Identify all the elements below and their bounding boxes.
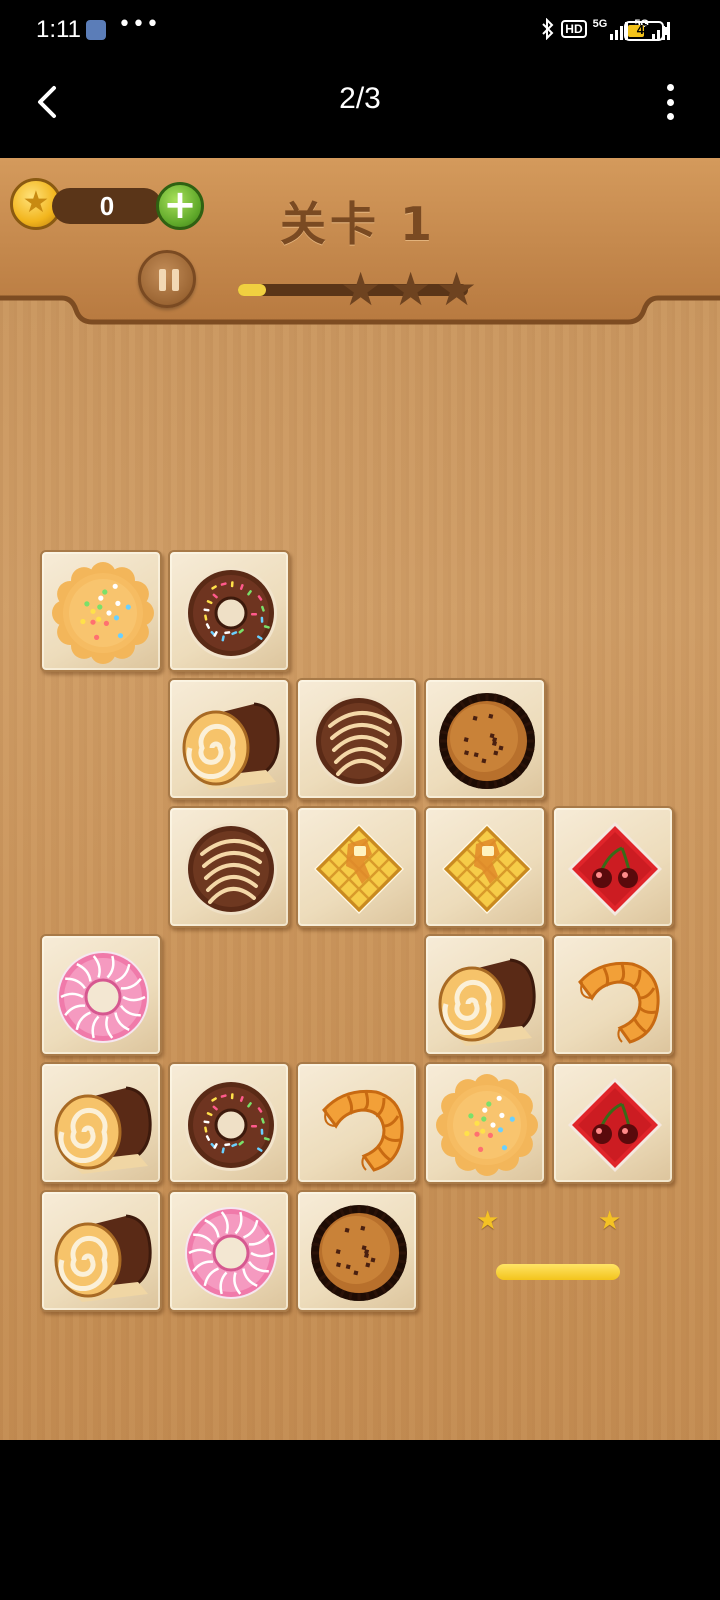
tile-swiss-roll[interactable] bbox=[40, 1062, 162, 1184]
hd-voice-icon: HD bbox=[561, 20, 587, 38]
chocolate-chip-muffin-icon bbox=[311, 1205, 407, 1301]
tile-chocolate-chip-muffin[interactable] bbox=[296, 1190, 418, 1312]
level-progress-fill bbox=[238, 284, 266, 296]
hint-progress-bar bbox=[496, 1264, 620, 1280]
plus-icon: + bbox=[163, 182, 197, 228]
chocolate-donut-icon bbox=[185, 1079, 277, 1171]
more-notifications-icon: ••• bbox=[118, 12, 160, 37]
tile-cookie[interactable] bbox=[424, 1062, 546, 1184]
cookie-icon bbox=[52, 562, 154, 664]
bluetooth-icon bbox=[542, 18, 554, 40]
tile-chocolate-chip-muffin[interactable] bbox=[424, 678, 546, 800]
signal-icon: 5G bbox=[593, 18, 629, 40]
waffle-icon bbox=[442, 824, 532, 914]
tile-croissant[interactable] bbox=[552, 934, 674, 1056]
hint-star-left-icon: ★ bbox=[476, 1206, 500, 1236]
tile-cherry-diamond[interactable] bbox=[552, 806, 674, 928]
coin-count: 0 bbox=[99, 191, 115, 221]
croissant-icon bbox=[322, 1089, 404, 1172]
more-menu-button[interactable] bbox=[660, 84, 680, 120]
tile-waffle[interactable] bbox=[296, 806, 418, 928]
tile-waffle[interactable] bbox=[424, 806, 546, 928]
tile-pink-donut[interactable] bbox=[40, 934, 162, 1056]
tile-pink-donut[interactable] bbox=[168, 1190, 290, 1312]
level-title: 关卡 1 bbox=[280, 197, 437, 251]
croissant-icon bbox=[578, 961, 660, 1044]
waffle-icon bbox=[314, 824, 404, 914]
tile-cookie[interactable] bbox=[40, 550, 162, 672]
add-coins-button[interactable]: + bbox=[156, 182, 204, 230]
progress-star-1-icon: ★ bbox=[340, 262, 382, 316]
pink-donut-icon bbox=[185, 1207, 277, 1299]
swiss-roll-icon bbox=[54, 1086, 152, 1174]
cherry-diamond-icon bbox=[568, 1078, 662, 1172]
swiss-roll-icon bbox=[182, 702, 280, 790]
game-header: ★ 0 + 关卡 1 ★ ★ ★ bbox=[0, 158, 720, 328]
page-counter: 2/3 bbox=[339, 82, 381, 115]
drizzled-chocolate-icon bbox=[185, 823, 277, 915]
progress-star-3-icon: ★ bbox=[436, 262, 478, 316]
pause-icon bbox=[159, 269, 166, 291]
tile-cherry-diamond[interactable] bbox=[552, 1062, 674, 1184]
status-bar: 1:11 ••• HD 5G 5G 41 bbox=[0, 0, 720, 62]
pink-donut-icon bbox=[57, 951, 149, 1043]
battery-icon: 41 bbox=[624, 21, 664, 41]
tile-drizzled-chocolate[interactable] bbox=[168, 806, 290, 928]
chocolate-donut-icon bbox=[185, 567, 277, 659]
game-screen: ★ 0 + 关卡 1 ★ ★ ★ ★ ★ bbox=[0, 158, 720, 1440]
tile-croissant[interactable] bbox=[296, 1062, 418, 1184]
cherry-diamond-icon bbox=[568, 822, 662, 916]
cookie-icon bbox=[436, 1074, 538, 1176]
tile-swiss-roll[interactable] bbox=[168, 678, 290, 800]
battery-level: 41 bbox=[636, 22, 652, 37]
tile-drizzled-chocolate[interactable] bbox=[296, 678, 418, 800]
status-time: 1:11 bbox=[36, 16, 81, 43]
tile-swiss-roll[interactable] bbox=[40, 1190, 162, 1312]
progress-star-2-icon: ★ bbox=[390, 262, 432, 316]
drizzled-chocolate-icon bbox=[313, 695, 405, 787]
bottom-letterbox bbox=[0, 1440, 720, 1600]
pause-button[interactable] bbox=[138, 250, 196, 308]
swiss-roll-icon bbox=[54, 1214, 152, 1302]
hint-star-right-icon: ★ bbox=[598, 1206, 622, 1236]
tile-swiss-roll[interactable] bbox=[424, 934, 546, 1056]
swiss-roll-icon bbox=[438, 958, 536, 1046]
tile-chocolate-donut[interactable] bbox=[168, 550, 290, 672]
tile-chocolate-donut[interactable] bbox=[168, 1062, 290, 1184]
notification-app-icon bbox=[86, 20, 106, 40]
chocolate-chip-muffin-icon bbox=[439, 693, 535, 789]
app-bar: 2/3 bbox=[0, 62, 720, 158]
